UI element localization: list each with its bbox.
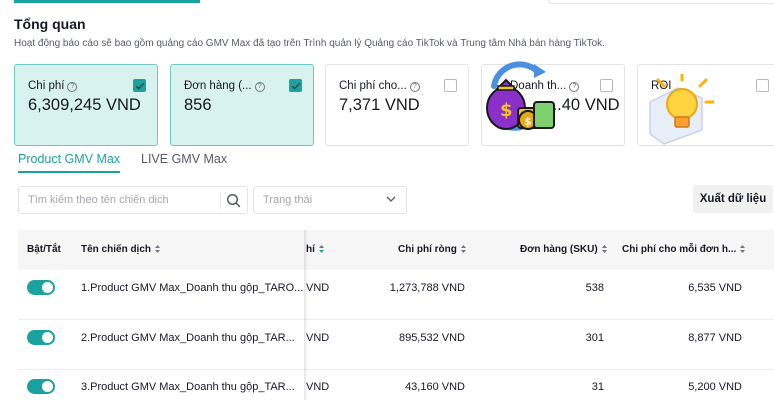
page-title: Tổng quan bbox=[14, 16, 86, 32]
metric-value: ...40 VND bbox=[548, 96, 620, 114]
tab-live-gmv-max[interactable]: LIVE GMV Max bbox=[141, 152, 227, 166]
orders-cell: 538 bbox=[585, 282, 604, 294]
export-data-button[interactable]: Xuất dữ liệu bbox=[693, 185, 773, 213]
sort-icon[interactable] bbox=[460, 244, 467, 254]
metric-checkbox[interactable] bbox=[600, 79, 613, 92]
metric-card-cost-per-order[interactable]: Chi phí cho...? 7,371 VND bbox=[325, 64, 469, 146]
search-input[interactable]: Tìm kiếm theo tên chiến dịch bbox=[18, 186, 248, 214]
campaign-table: Bật/Tắt Tên chiến dịch hí Chi phí ròng Đ… bbox=[18, 230, 774, 400]
metric-checkbox[interactable] bbox=[133, 79, 146, 92]
sort-icon[interactable] bbox=[739, 244, 746, 254]
row-divider bbox=[18, 369, 306, 370]
svg-text:$: $ bbox=[524, 115, 532, 128]
column-header-cost-per-order[interactable]: Chi phí cho mỗi đơn h... bbox=[622, 244, 746, 255]
campaign-toggle[interactable] bbox=[27, 280, 55, 295]
money-bag-icon: $ $ bbox=[486, 61, 555, 131]
column-header-cost[interactable]: hí bbox=[306, 244, 325, 255]
column-header-orders[interactable]: Đơn hàng (SKU) bbox=[520, 244, 608, 255]
metric-value: 6,309,245 VND bbox=[28, 96, 141, 114]
row-divider bbox=[18, 319, 306, 320]
metric-value: 856 bbox=[184, 96, 212, 114]
campaign-toggle[interactable] bbox=[27, 379, 55, 394]
net-cost-cell: 895,532 VND bbox=[398, 332, 465, 344]
campaign-name-cell[interactable]: 2.Product GMV Max_Doanh thu gộp_TAR... bbox=[81, 332, 295, 344]
cost-cell: VND bbox=[306, 381, 330, 393]
help-icon[interactable]: ? bbox=[254, 82, 265, 92]
metric-value: 7,371 VND bbox=[339, 96, 420, 114]
metric-checkbox[interactable] bbox=[756, 79, 769, 92]
help-icon[interactable]: ? bbox=[409, 82, 420, 92]
sticky-columns: 1.Product GMV Max_Doanh thu gộp_TARO... … bbox=[18, 270, 306, 400]
column-header-net-cost[interactable]: Chi phí ròng bbox=[398, 244, 467, 255]
cost-per-order-cell: 8,877 VND bbox=[688, 332, 742, 344]
sort-icon[interactable] bbox=[154, 244, 161, 254]
metric-label: Chi phí bbox=[28, 80, 65, 92]
metric-checkbox[interactable] bbox=[289, 79, 302, 92]
sort-icon[interactable] bbox=[601, 244, 608, 254]
net-cost-cell: 43,160 VND bbox=[405, 381, 465, 393]
campaign-name-cell[interactable]: 1.Product GMV Max_Doanh thu gộp_TARO... bbox=[81, 282, 303, 294]
net-cost-cell: 1,273,788 VND bbox=[389, 282, 465, 294]
tab-product-gmv-max[interactable]: Product GMV Max bbox=[18, 152, 121, 173]
light-bulb-icon bbox=[649, 74, 714, 145]
cost-cell: VND bbox=[306, 282, 330, 294]
sticky-column-shadow bbox=[304, 230, 308, 400]
top-tab-indicator bbox=[14, 0, 200, 3]
metric-label: Chi phí cho... bbox=[339, 80, 407, 92]
column-header-campaign-name[interactable]: Tên chiến dịch bbox=[81, 244, 161, 255]
campaign-name-cell[interactable]: 3.Product GMV Max_Doanh thu gộp_TAR... bbox=[81, 381, 295, 393]
campaign-toggle[interactable] bbox=[27, 330, 55, 345]
page-subtitle: Hoạt động báo cáo sẽ bao gồm quảng cáo G… bbox=[14, 38, 605, 49]
chevron-down-icon bbox=[386, 196, 396, 202]
status-select[interactable]: Trạng thái bbox=[253, 186, 407, 214]
search-icon[interactable] bbox=[226, 193, 241, 208]
column-header-toggle: Bật/Tắt bbox=[27, 244, 61, 255]
cost-per-order-cell: 6,535 VND bbox=[688, 282, 742, 294]
help-icon[interactable]: ? bbox=[569, 82, 580, 92]
search-placeholder: Tìm kiếm theo tên chiến dịch bbox=[28, 194, 169, 206]
metric-card-orders[interactable]: Đơn hàng (...? 856 bbox=[170, 64, 314, 146]
metric-checkbox[interactable] bbox=[444, 79, 457, 92]
metric-label: Đơn hàng (... bbox=[184, 80, 252, 92]
cost-per-order-cell: 5,200 VND bbox=[688, 381, 742, 393]
metric-card-cost[interactable]: Chi phí? 6,309,245 VND bbox=[14, 64, 158, 146]
svg-text:$: $ bbox=[500, 100, 513, 121]
help-icon[interactable]: ? bbox=[67, 82, 78, 92]
sort-icon[interactable] bbox=[318, 244, 325, 254]
orders-cell: 31 bbox=[591, 381, 604, 393]
status-placeholder: Trạng thái bbox=[263, 194, 313, 206]
search-divider bbox=[220, 192, 221, 209]
cost-cell: VND bbox=[306, 332, 330, 344]
top-right-control[interactable] bbox=[548, 0, 774, 4]
orders-cell: 301 bbox=[585, 332, 604, 344]
